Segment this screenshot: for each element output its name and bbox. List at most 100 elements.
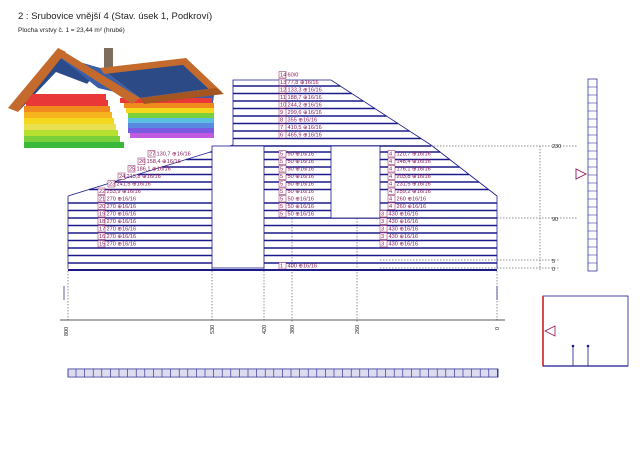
log-number: 3 <box>381 219 384 225</box>
log-number: 16 <box>99 234 105 240</box>
log-length-label: 186,1 ⊕16/16 <box>137 166 171 172</box>
log-length-label: 60/0 <box>288 72 299 78</box>
log-label: 4 260 ⊕16/16 <box>387 195 426 202</box>
log-length-label: 158,4 ⊕16/16 <box>147 159 181 165</box>
log-number: 5 <box>280 174 283 180</box>
log-number: 13 <box>280 80 286 86</box>
log-label: 5 50 ⊕16/16 <box>278 150 314 157</box>
log-label: 18 270 ⊕16/16 <box>97 217 136 225</box>
log-length-label: 50 ⊕16/16 <box>288 166 314 172</box>
log-number: 5 <box>280 211 283 217</box>
log-length-label: 188,7 ⊕16/16 <box>288 95 322 101</box>
log-label: 23 241,5 ⊕16/16 <box>107 180 151 187</box>
log-length-label: 430 ⊕16/16 <box>389 241 419 247</box>
log-number: 15 <box>99 241 105 247</box>
log-label: 5 50 ⊕16/16 <box>278 172 314 180</box>
log-label: 3 430 ⊕16/16 <box>379 210 419 217</box>
log-label: 27 130,7 ⊕16/16 <box>147 150 191 157</box>
log-number: 20 <box>99 204 105 210</box>
log-label: 3 430 ⊕16/16 <box>379 225 419 232</box>
wall-elevation-drawing: 800 530 420 380 260 0 230 90 5 0 27 130,7… <box>8 48 629 378</box>
height-scale-strip <box>575 78 598 272</box>
log-length-label: 430 ⊕16/16 <box>389 211 419 217</box>
log-label: 4 148,4 ⊕16/16 <box>387 157 431 165</box>
log-label: 5 50 ⊕16/16 <box>278 202 314 210</box>
log-length-label: 270 ⊕16/16 <box>107 226 137 232</box>
log-length-label: 400 ⊕16/16 <box>288 263 318 269</box>
log-length-label: 130,7 ⊕16/16 <box>157 151 191 157</box>
log-number: 3 <box>381 226 384 232</box>
log-label: 15 270 ⊕16/16 <box>97 240 136 247</box>
log-number: 5 <box>280 204 283 210</box>
log-number: 11 <box>280 95 286 101</box>
log-length-label: 50 ⊕16/16 <box>288 196 314 202</box>
log-label: 19 270 ⊕16/16 <box>97 210 137 217</box>
log-number: 6 <box>280 132 283 138</box>
width-dim-3: 380 <box>290 325 296 334</box>
log-length-label: 50 ⊕16/16 <box>288 189 314 195</box>
height-dim-5: 5 <box>552 259 555 265</box>
log-number: 7 <box>280 125 283 131</box>
log-label: 3 430 ⊕16/16 <box>379 240 419 247</box>
log-number: 8 <box>280 117 283 123</box>
log-number: 5 <box>280 181 283 187</box>
log-length-label: 50 ⊕16/16 <box>288 151 314 157</box>
log-number: 5 <box>280 189 283 195</box>
log-number: 5 <box>280 159 283 165</box>
width-dimension-line: 800 530 420 380 260 0 <box>60 286 505 336</box>
log-length-label: 430 ⊕16/16 <box>389 219 419 225</box>
log-label: 10 244,2 ⊕16/16 <box>278 101 322 108</box>
log-number: 1 <box>280 263 283 269</box>
log-label: 6 465,9 ⊕16/16 <box>278 131 322 138</box>
log-number: 4 <box>389 151 392 157</box>
log-length-label: 430 ⊕16/16 <box>389 226 419 232</box>
log-length-label: 355 ⊕16/16 <box>288 117 318 123</box>
width-dim-2: 420 <box>262 325 268 334</box>
log-length-label: 50 ⊕16/16 <box>288 159 314 165</box>
log-length-label: 465,9 ⊕16/16 <box>288 132 322 138</box>
log-number: 12 <box>280 87 286 93</box>
log-number: 4 <box>389 166 392 172</box>
height-dim-230: 230 <box>552 144 561 150</box>
log-label: 17 270 ⊕16/16 <box>97 225 137 232</box>
log-number: 9 <box>280 110 283 116</box>
log-house-3d-icon <box>8 48 224 152</box>
log-label: 11 188,7 ⊕16/16 <box>278 93 322 101</box>
log-length-label: 270 ⊕16/16 <box>107 211 137 217</box>
log-number: 14 <box>280 72 286 78</box>
log-length-label: 270 ⊕16/16 <box>107 234 137 240</box>
log-label: 4 203,8 ⊕16/16 <box>387 172 431 180</box>
log-label: 20 270 ⊕16/16 <box>97 202 136 210</box>
log-length-label: 120,7 ⊕16/16 <box>397 151 431 157</box>
log-label: 9 299,6 ⊕16/16 <box>278 108 322 116</box>
log-number: 5 <box>280 151 283 157</box>
log-length-label: 253,9 ⊕16/16 <box>107 189 141 195</box>
log-number: 4 <box>389 196 392 202</box>
log-label: 1 400 ⊕16/16 <box>278 262 318 269</box>
width-dim-4: 260 <box>355 325 361 334</box>
log-length-label: 270 ⊕16/16 <box>107 196 137 202</box>
log-number: 17 <box>99 226 105 232</box>
log-number: 21 <box>99 196 105 202</box>
log-label: 8 355 ⊕16/16 <box>278 116 318 123</box>
log-number: 10 <box>280 102 286 108</box>
log-length-label: 241,5 ⊕16/16 <box>117 181 151 187</box>
log-label: 5 50 ⊕16/16 <box>278 157 314 165</box>
log-number: 3 <box>381 234 384 240</box>
log-number: 3 <box>381 211 384 217</box>
log-label: 4 259,2 ⊕16/16 <box>387 187 431 195</box>
log-label: 21 270 ⊕16/16 <box>97 195 137 202</box>
log-length-label: 50 ⊕16/16 <box>288 181 314 187</box>
log-number: 18 <box>99 219 105 225</box>
log-length-label: 50 ⊕16/16 <box>288 211 314 217</box>
log-length-label: 244,2 ⊕16/16 <box>288 102 322 108</box>
log-label: 4 231,5 ⊕16/16 <box>387 180 431 187</box>
log-length-label: 299,6 ⊕16/16 <box>288 110 322 116</box>
level-triangle-icon <box>544 325 556 337</box>
log-length-label: 203,8 ⊕16/16 <box>397 174 431 180</box>
log-label: 5 50 ⊕16/16 <box>278 210 314 217</box>
log-number: 5 <box>280 166 283 172</box>
log-number: 19 <box>99 211 105 217</box>
log-label: 5 50 ⊕16/16 <box>278 195 314 202</box>
log-label: 3 430 ⊕16/16 <box>379 232 418 240</box>
